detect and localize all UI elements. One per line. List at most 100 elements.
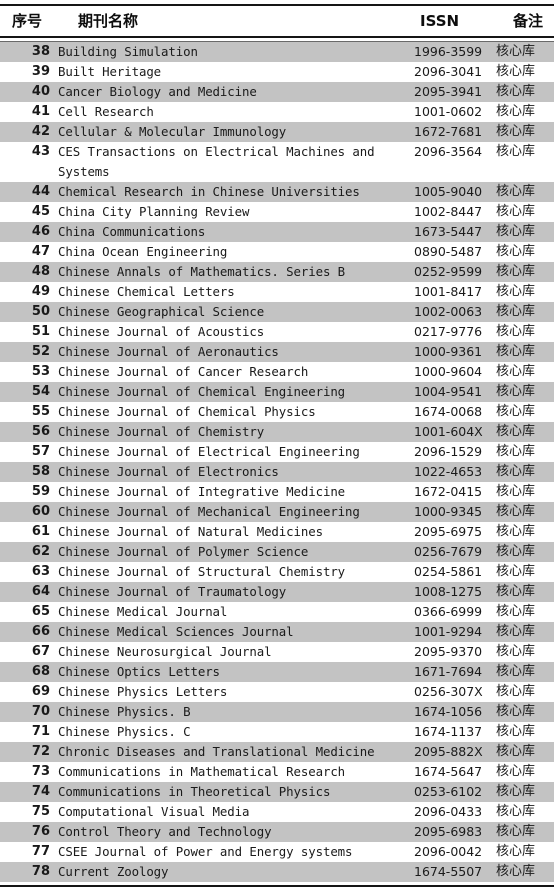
cell-sequence: 43 (31, 144, 50, 159)
cell-journal-name: Chinese Journal of Mechanical Engineerin… (58, 504, 360, 519)
cell-journal-name: Chinese Journal of Chemical Engineering (58, 384, 346, 399)
cell-note: 核心库 (496, 384, 536, 399)
cell-journal-name: Chinese Physics. C (58, 724, 191, 739)
table-row: 69 Chinese Physics Letters 0256-307X 核心库 (0, 682, 554, 702)
cell-sequence: 75 (31, 804, 50, 819)
table-row: 49 Chinese Chemical Letters 1001-8417 核心库 (0, 282, 554, 302)
cell-journal-name: Chinese Journal of Acoustics (58, 324, 265, 339)
journal-list-table: 序号 期刊名称 ISSN 备注 38 Building Simulation 199… (0, 0, 554, 890)
cell-issn: 1001-9294 (414, 624, 483, 639)
cell-issn: 1008-1275 (414, 584, 483, 599)
cell-issn: 0366-6999 (414, 604, 483, 619)
cell-note: 核心库 (496, 344, 536, 359)
cell-journal-name: CES Transactions on Electrical Machines … (58, 142, 408, 182)
table-row: 71 Chinese Physics. C 1674-1137 核心库 (0, 722, 554, 742)
cell-note: 核心库 (496, 424, 536, 439)
cell-issn: 2096-3041 (414, 64, 483, 79)
cell-journal-name: Chinese Journal of Chemical Physics (58, 404, 316, 419)
cell-note: 核心库 (496, 684, 536, 699)
cell-issn: 1000-9361 (414, 344, 483, 359)
column-header-sequence: 序号 (12, 12, 43, 30)
cell-journal-name: Computational Visual Media (58, 804, 250, 819)
cell-note: 核心库 (496, 864, 536, 879)
cell-sequence: 47 (31, 244, 50, 259)
cell-issn: 0256-7679 (414, 544, 483, 559)
cell-note: 核心库 (496, 664, 536, 679)
cell-note: 核心库 (496, 224, 536, 239)
cell-journal-name: Chinese Annals of Mathematics. Series B (58, 264, 346, 279)
cell-sequence: 63 (31, 564, 50, 579)
table-row: 59 Chinese Journal of Integrative Medicin… (0, 482, 554, 502)
cell-journal-name: Cancer Biology and Medicine (58, 84, 257, 99)
cell-issn: 1673-5447 (414, 224, 483, 239)
cell-note: 核心库 (496, 564, 536, 579)
table-row: 46 China Communications 1673-5447 核心库 (0, 222, 554, 242)
cell-note: 核心库 (496, 324, 536, 339)
table-row: 48 Chinese Annals of Mathematics. Series … (0, 262, 554, 282)
cell-note: 核心库 (496, 584, 536, 599)
cell-journal-name: Building Simulation (58, 44, 198, 59)
table-row: 72 Chronic Diseases and Translational Med… (0, 742, 554, 762)
cell-sequence: 45 (31, 204, 50, 219)
cell-sequence: 56 (31, 424, 50, 439)
cell-sequence: 61 (31, 524, 50, 539)
table-row: 77 CSEE Journal of Power and Energy syste… (0, 842, 554, 862)
cell-issn: 2095-882X (414, 744, 483, 759)
cell-journal-name: Chinese Journal of Traumatology (58, 584, 287, 599)
table-row: 52 Chinese Journal of Aeronautics 1000-936… (0, 342, 554, 362)
cell-issn: 1001-8417 (414, 284, 483, 299)
cell-issn: 0256-307X (414, 684, 483, 699)
cell-issn: 1672-0415 (414, 484, 483, 499)
cell-note: 核心库 (496, 244, 536, 259)
cell-journal-name: Chinese Physics. B (58, 704, 191, 719)
cell-sequence: 52 (31, 344, 50, 359)
cell-issn: 1672-7681 (414, 124, 483, 139)
cell-sequence: 76 (31, 824, 50, 839)
cell-issn: 1996-3599 (414, 44, 483, 59)
cell-sequence: 67 (31, 644, 50, 659)
table-body: 38 Building Simulation 1996-3599 核心库 39 Built… (0, 42, 554, 882)
cell-note: 核心库 (496, 804, 536, 819)
cell-journal-name: Chemical Research in Chinese Universitie… (58, 184, 360, 199)
cell-issn: 2095-9370 (414, 644, 483, 659)
cell-note: 核心库 (496, 264, 536, 279)
table-row: 45 China City Planning Review 1002-8447 核心库 (0, 202, 554, 222)
cell-sequence: 64 (31, 584, 50, 599)
table-row: 76 Control Theory and Technology 2095-6983… (0, 822, 554, 842)
table-row: 67 Chinese Neurosurgical Journal 2095-9370… (0, 642, 554, 662)
cell-issn: 1000-9604 (414, 364, 483, 379)
cell-note: 核心库 (496, 284, 536, 299)
cell-sequence: 46 (31, 224, 50, 239)
cell-journal-name: Chinese Physics Letters (58, 684, 228, 699)
table-header-row: 序号 期刊名称 ISSN 备注 (0, 6, 554, 36)
table-row: 70 Chinese Physics. B 1674-1056 核心库 (0, 702, 554, 722)
cell-journal-name: Cell Research (58, 104, 154, 119)
cell-journal-name: Communications in Theoretical Physics (58, 784, 331, 799)
cell-journal-name: China Ocean Engineering (58, 244, 228, 259)
cell-note: 核心库 (496, 184, 536, 199)
cell-sequence: 65 (31, 604, 50, 619)
table-row: 43 CES Transactions on Electrical Machine… (0, 142, 554, 182)
cell-journal-name-line2: Systems (58, 164, 110, 179)
table-row: 73 Communications in Mathematical Researc… (0, 762, 554, 782)
cell-issn: 1671-7694 (414, 664, 483, 679)
cell-issn: 1002-0063 (414, 304, 483, 319)
cell-journal-name: Chinese Journal of Integrative Medicine (58, 484, 346, 499)
cell-sequence: 48 (31, 264, 50, 279)
table-row: 39 Built Heritage 2096-3041 核心库 (0, 62, 554, 82)
cell-sequence: 78 (31, 864, 50, 879)
column-header-note: 备注 (513, 12, 544, 30)
table-row: 64 Chinese Journal of Traumatology 1008-12… (0, 582, 554, 602)
table-row: 54 Chinese Journal of Chemical Engineerin… (0, 382, 554, 402)
cell-journal-name: Chinese Optics Letters (58, 664, 220, 679)
cell-issn: 1674-1056 (414, 704, 483, 719)
cell-issn: 0253-6102 (414, 784, 483, 799)
cell-journal-name: Communications in Mathematical Research (58, 764, 346, 779)
cell-journal-name: Chinese Journal of Aeronautics (58, 344, 279, 359)
cell-issn: 2095-6975 (414, 524, 483, 539)
table-row: 38 Building Simulation 1996-3599 核心库 (0, 42, 554, 62)
cell-journal-name: Chinese Journal of Electrical Engineerin… (58, 444, 360, 459)
table-bottom-rule (0, 885, 554, 887)
cell-sequence: 60 (31, 504, 50, 519)
cell-sequence: 41 (31, 104, 50, 119)
